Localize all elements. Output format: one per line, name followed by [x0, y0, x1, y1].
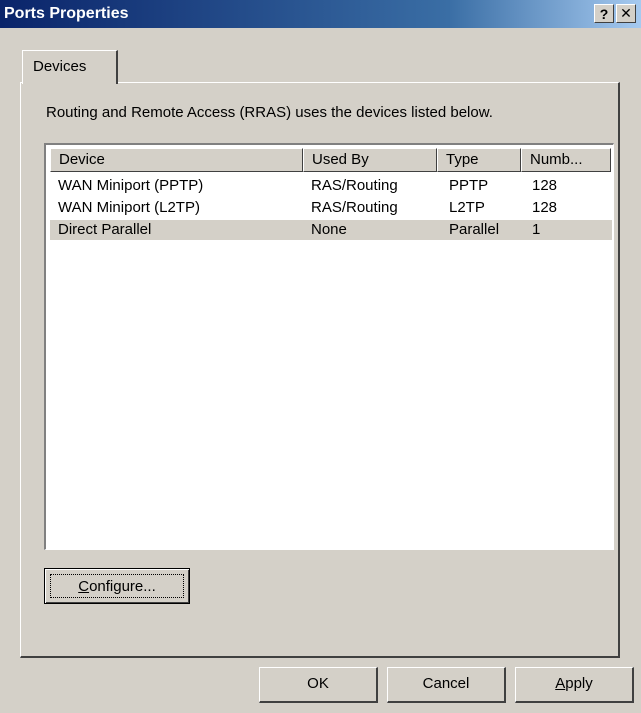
cancel-button[interactable]: Cancel — [387, 667, 506, 703]
tab-devices-label: Devices — [33, 58, 87, 75]
tab-devices[interactable]: Devices — [22, 50, 118, 84]
help-button[interactable]: ? — [594, 4, 614, 23]
configure-label: onfigure... — [89, 578, 156, 595]
cell-type: L2TP — [449, 199, 485, 216]
cell-device: WAN Miniport (PPTP) — [58, 177, 204, 194]
cancel-label: Cancel — [422, 675, 470, 692]
cell-number: 128 — [532, 177, 558, 194]
panel-description: Routing and Remote Access (RRAS) uses th… — [46, 104, 493, 121]
apply-mnemonic: A — [555, 675, 566, 692]
column-header-device[interactable]: Device — [50, 148, 303, 172]
apply-label: pply — [565, 675, 593, 692]
cell-number: 128 — [532, 199, 558, 216]
cell-used-by: RAS/Routing — [311, 177, 398, 194]
devices-list[interactable]: Device Used By Type Numb... WAN Miniport… — [44, 143, 614, 550]
column-header-used-by[interactable]: Used By — [303, 148, 437, 172]
cell-device: Direct Parallel — [58, 221, 152, 238]
close-icon: ✕ — [620, 5, 632, 21]
ok-label: OK — [307, 675, 329, 692]
table-row-selected[interactable]: Direct Parallel None Parallel 1 — [50, 220, 612, 240]
cell-type: PPTP — [449, 177, 489, 194]
close-button[interactable]: ✕ — [616, 4, 636, 23]
cell-device: WAN Miniport (L2TP) — [58, 199, 200, 216]
question-icon: ? — [599, 5, 609, 22]
column-header-type[interactable]: Type — [437, 148, 521, 172]
table-row[interactable]: WAN Miniport (PPTP) RAS/Routing PPTP 128 — [50, 176, 612, 196]
focus-rectangle: Configure... — [50, 574, 184, 598]
cell-number: 1 — [532, 221, 541, 238]
cell-type: Parallel — [449, 221, 500, 238]
cell-used-by: None — [311, 221, 347, 238]
cell-used-by: RAS/Routing — [311, 199, 398, 216]
configure-mnemonic: C — [78, 578, 90, 595]
window-title: Ports Properties — [4, 5, 129, 22]
ok-button[interactable]: OK — [259, 667, 378, 703]
apply-button[interactable]: Apply — [515, 667, 634, 703]
configure-button[interactable]: Configure... — [44, 568, 190, 604]
table-row[interactable]: WAN Miniport (L2TP) RAS/Routing L2TP 128 — [50, 198, 612, 218]
title-bar: Ports Properties ? ✕ — [0, 0, 641, 28]
column-header-number[interactable]: Numb... — [521, 148, 611, 172]
